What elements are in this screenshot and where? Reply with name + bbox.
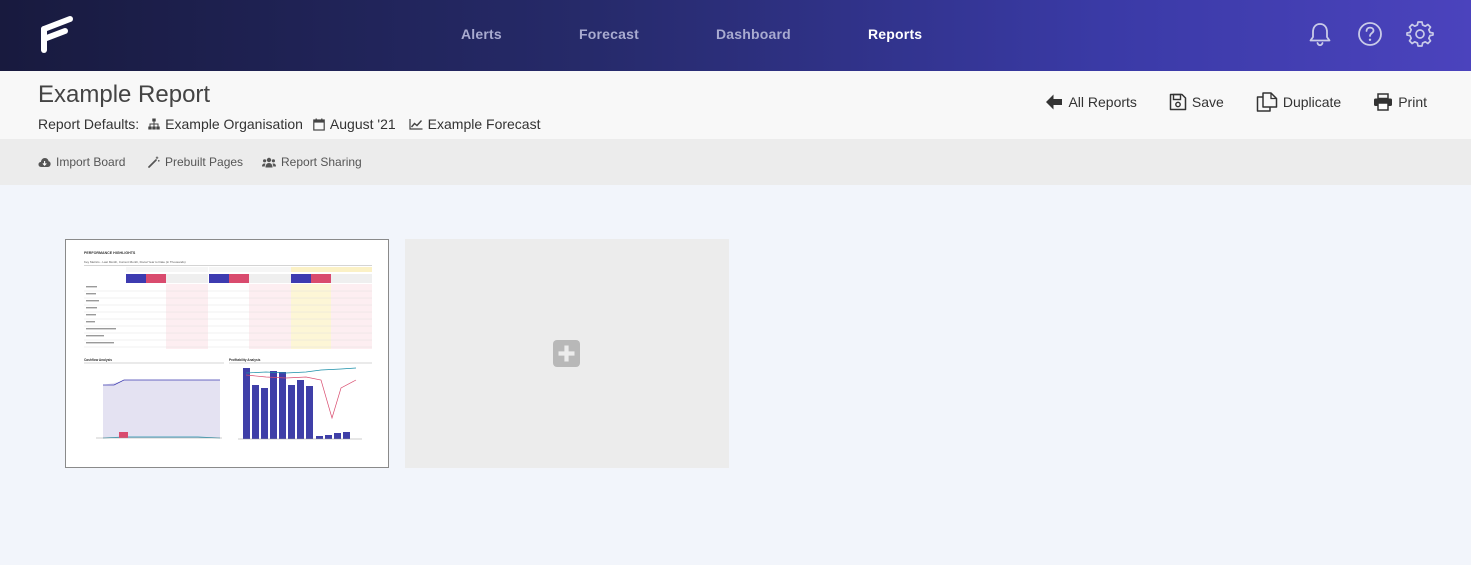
nav-forecast[interactable]: Forecast — [579, 26, 639, 42]
thumb-metrics-table — [84, 267, 372, 349]
default-forecast-label: Example Forecast — [427, 116, 541, 132]
print-label: Print — [1398, 94, 1427, 110]
report-header: Example Report Report Defaults: Example … — [0, 71, 1471, 139]
report-sharing-label: Report Sharing — [281, 155, 362, 169]
top-nav: Alerts Forecast Dashboard Reports — [0, 0, 1471, 71]
thumbnail-preview: PERFORMANCE HIGHLIGHTS Key Metrics - Las… — [84, 251, 372, 440]
nav-dashboard[interactable]: Dashboard — [716, 26, 791, 42]
print-button[interactable]: Print — [1373, 93, 1427, 111]
default-period-label: August '21 — [329, 116, 396, 132]
prebuilt-pages-label: Prebuilt Pages — [165, 155, 244, 169]
calendar-icon — [313, 118, 325, 131]
report-defaults-label: Report Defaults: — [38, 116, 140, 132]
default-forecast[interactable]: Example Forecast — [409, 116, 541, 132]
save-button[interactable]: Save — [1169, 93, 1224, 111]
sitemap-icon — [148, 118, 160, 130]
gear-icon[interactable] — [1406, 20, 1434, 48]
default-period[interactable]: August '21 — [313, 116, 396, 132]
all-reports-label: All Reports — [1068, 94, 1137, 110]
arrow-left-icon — [1046, 94, 1063, 110]
report-toolbar: Import Board Prebuilt Pages Report Shari… — [0, 139, 1471, 185]
thumb-heading: PERFORMANCE HIGHLIGHTS — [84, 251, 136, 255]
cloud-download-icon — [38, 157, 51, 167]
thumb-subheading: Key Metrics - Last Month, Current Month,… — [84, 260, 186, 264]
duplicate-label: Duplicate — [1282, 94, 1342, 110]
report-actions: All Reports Save Duplicate Print — [1013, 92, 1427, 112]
help-icon[interactable] — [1356, 20, 1384, 48]
save-label: Save — [1191, 94, 1224, 110]
import-board-label: Import Board — [56, 155, 126, 169]
import-board-button[interactable]: Import Board — [38, 155, 125, 169]
thumb-left-chart-title: Cashflow Analysis — [84, 358, 112, 362]
default-organisation-label: Example Organisation — [165, 116, 303, 132]
prebuilt-pages-button[interactable]: Prebuilt Pages — [148, 155, 243, 169]
report-sharing-button[interactable]: Report Sharing — [262, 155, 362, 169]
magic-wand-icon — [148, 156, 160, 168]
print-icon — [1374, 93, 1393, 111]
add-page-tile[interactable] — [405, 239, 729, 468]
thumb-profitability-chart — [238, 367, 362, 440]
nav-alerts[interactable]: Alerts — [461, 26, 502, 42]
report-defaults: Report Defaults: Example Organisation Au… — [38, 116, 540, 132]
nav-reports[interactable]: Reports — [868, 26, 922, 42]
page-title: Example Report — [38, 81, 211, 108]
all-reports-button[interactable]: All Reports — [1045, 93, 1137, 111]
bell-icon[interactable] — [1306, 20, 1334, 48]
users-icon — [262, 157, 276, 167]
thumb-right-chart-title: Profitability Analysis — [229, 358, 261, 362]
default-organisation[interactable]: Example Organisation — [148, 116, 303, 132]
duplicate-icon — [1256, 92, 1278, 112]
thumb-cashflow-chart — [96, 379, 222, 439]
line-chart-icon — [409, 119, 423, 130]
duplicate-button[interactable]: Duplicate — [1256, 92, 1341, 112]
report-page-thumbnail[interactable]: PERFORMANCE HIGHLIGHTS Key Metrics - Las… — [65, 239, 389, 468]
app-logo-icon[interactable] — [40, 15, 74, 55]
plus-square-icon — [553, 340, 580, 367]
save-icon — [1169, 93, 1187, 111]
